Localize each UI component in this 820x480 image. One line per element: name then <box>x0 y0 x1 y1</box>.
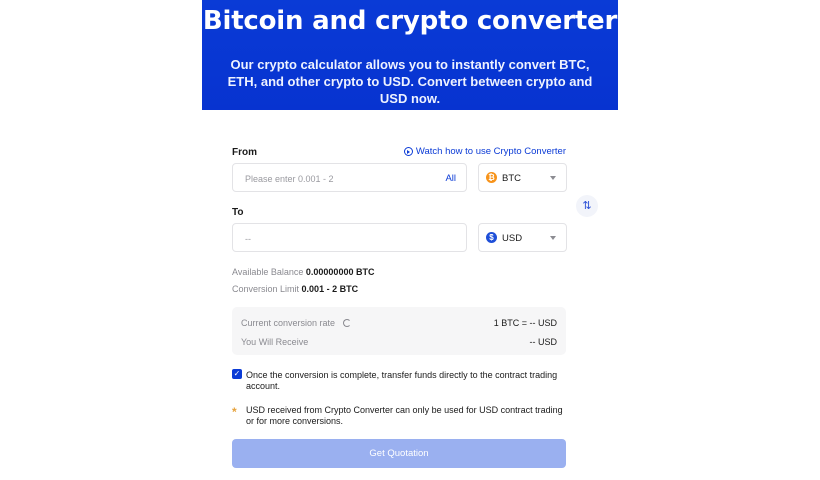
to-label: To <box>232 207 244 218</box>
page-title: Bitcoin and crypto converter <box>202 6 618 36</box>
conversion-rate-value: 1 BTC = -- USD <box>493 318 557 328</box>
conversion-limit-value: 0.001 - 2 BTC <box>301 284 359 294</box>
to-amount-input[interactable] <box>243 224 427 253</box>
conversion-rate-label: Current conversion rate <box>241 318 336 328</box>
watch-tutorial-text: Watch how to use Crypto Converter <box>415 146 566 157</box>
receive-value: -- USD <box>529 337 558 347</box>
from-currency-select[interactable]: ₿ BTC <box>478 163 567 192</box>
to-currency-select[interactable]: $ USD <box>478 223 567 252</box>
receive-label: You Will Receive <box>241 337 309 347</box>
asterisk-icon: * <box>232 405 237 419</box>
chevron-down-icon <box>550 236 556 240</box>
usd-usage-note: USD received from Crypto Converter can o… <box>246 405 563 426</box>
refresh-icon[interactable] <box>342 319 351 327</box>
available-balance-value: 0.00000000 BTC <box>305 267 375 277</box>
available-balance-label: Available Balance <box>232 267 304 277</box>
chevron-down-icon <box>550 176 556 180</box>
to-currency-value: USD <box>502 233 523 244</box>
get-quotation-button[interactable]: Get Quotation <box>232 439 566 468</box>
check-icon: ✓ <box>233 369 241 378</box>
watch-tutorial-link[interactable]: Watch how to use Crypto Converter <box>403 146 566 157</box>
swap-vertical-icon: ⇅ <box>582 200 592 212</box>
usd-coin-icon: $ <box>486 232 497 243</box>
conversion-limit: Conversion Limit 0.001 - 2 BTC <box>232 284 358 294</box>
play-circle-icon <box>403 147 413 156</box>
available-balance: Available Balance 0.00000000 BTC <box>232 267 374 277</box>
to-amount-field <box>232 223 467 253</box>
page-subtitle: Our crypto calculator allows you to inst… <box>227 57 593 106</box>
conversion-summary: Current conversion rate 1 BTC = -- USD Y… <box>232 307 566 355</box>
btc-coin-icon: ₿ <box>486 172 497 183</box>
transfer-checkbox[interactable]: ✓ <box>232 369 242 379</box>
transfer-note: Once the conversion is complete, transfe… <box>246 370 558 391</box>
from-currency-value: BTC <box>502 173 521 184</box>
receive-row: You Will Receive -- USD <box>241 337 557 347</box>
from-amount-field: All <box>232 163 467 193</box>
swap-currencies-button[interactable]: ⇅ <box>576 195 598 217</box>
conversion-limit-label: Conversion Limit <box>232 284 300 294</box>
all-button[interactable]: All <box>445 173 456 184</box>
from-label: From <box>232 147 257 158</box>
from-amount-input[interactable] <box>243 164 427 193</box>
hero-banner: Bitcoin and crypto converter Our crypto … <box>202 0 618 110</box>
conversion-rate-row: Current conversion rate 1 BTC = -- USD <box>241 318 557 328</box>
